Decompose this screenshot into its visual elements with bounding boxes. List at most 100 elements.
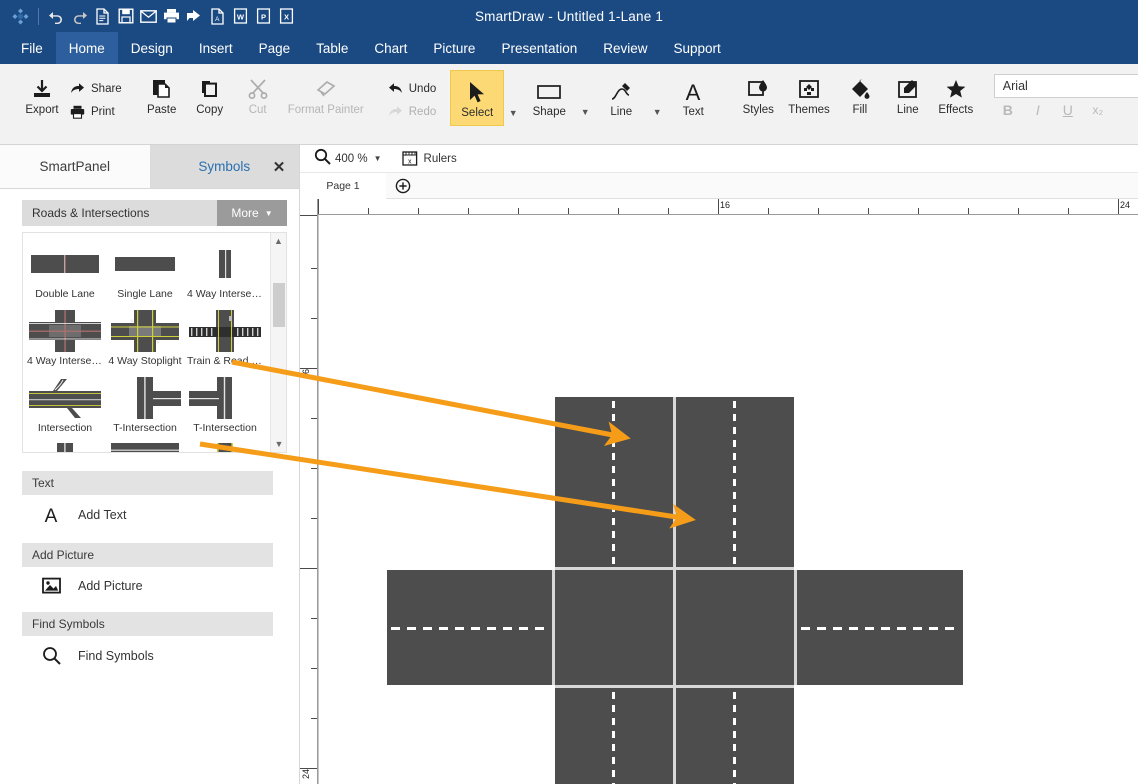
undo-button[interactable]: Undo: [384, 80, 441, 97]
symbol-4-way-stoplight[interactable]: 4 Way Stoplight: [105, 304, 185, 371]
symbol-label: T-Intersection: [193, 422, 257, 434]
symbol-train-and-road-intersection[interactable]: Train & Road I...: [185, 304, 265, 371]
road-segment-center-right[interactable]: [676, 570, 794, 685]
menu-item-insert[interactable]: Insert: [186, 32, 246, 64]
svg-text:W: W: [237, 12, 245, 21]
shape-tool-dropdown[interactable]: ▼: [576, 70, 594, 124]
undo-icon[interactable]: [46, 5, 67, 27]
drawing-canvas-area: 400 % ▼ x Rulers Page 1: [300, 145, 1138, 784]
page-tab-1[interactable]: Page 1: [300, 173, 386, 199]
underline-button[interactable]: U: [1060, 102, 1076, 118]
menu-item-presentation[interactable]: Presentation: [488, 32, 590, 64]
shape-tool-button[interactable]: Shape: [522, 70, 576, 124]
magnifier-icon[interactable]: [314, 148, 331, 170]
print-icon[interactable]: [161, 5, 182, 27]
symbols-side-panel: SmartPanel Symbols ✕ Roads & Intersectio…: [0, 145, 300, 784]
menu-item-chart[interactable]: Chart: [361, 32, 420, 64]
symbol-t-intersection-horizontal[interactable]: T-Intersection: [185, 371, 265, 438]
zoom-level-value[interactable]: 400 %: [335, 153, 368, 165]
menu-item-file[interactable]: File: [8, 32, 56, 64]
paste-button[interactable]: Paste: [138, 72, 186, 116]
ruler-tick-minor: [568, 208, 569, 215]
scroll-up-icon[interactable]: ▲: [271, 233, 286, 249]
select-tool-button[interactable]: Select: [450, 70, 504, 126]
export-word-icon[interactable]: W: [230, 5, 251, 27]
line-edit-icon: [897, 76, 919, 102]
bold-button[interactable]: B: [1000, 102, 1016, 118]
drawing-sheet[interactable]: [318, 215, 1138, 784]
effects-button[interactable]: Effects: [932, 72, 980, 116]
symbol-4-way-intersection-narrow[interactable]: 4 Way Intersec...: [185, 237, 265, 304]
symbol-t-bottom[interactable]: [25, 438, 105, 453]
new-document-icon[interactable]: [92, 5, 113, 27]
rulers-toggle-button[interactable]: x Rulers: [402, 151, 457, 166]
symbol-t-intersection-vertical[interactable]: T-Intersection: [105, 371, 185, 438]
vertical-ruler[interactable]: 16 24: [300, 199, 318, 784]
email-icon[interactable]: [138, 5, 159, 27]
redo-label: Redo: [409, 106, 437, 118]
tab-smartpanel[interactable]: SmartPanel: [0, 145, 150, 188]
ribbon-toolbar: Export Share Print Paste: [0, 64, 1138, 145]
zoom-dropdown-icon[interactable]: ▼: [374, 154, 382, 163]
smartdraw-logo-icon[interactable]: [10, 5, 31, 27]
lane-marking-south-right: [733, 692, 736, 784]
symbol-grid-scrollbar[interactable]: ▲ ▼: [270, 233, 286, 452]
font-family-input[interactable]: Arial: [994, 74, 1138, 98]
export-excel-icon[interactable]: X: [276, 5, 297, 27]
symbol-t-top[interactable]: [105, 438, 185, 453]
subscript-button[interactable]: x₂: [1090, 103, 1106, 117]
themes-button[interactable]: Themes: [782, 72, 836, 116]
redo-button[interactable]: Redo: [384, 103, 441, 120]
cut-button[interactable]: Cut: [234, 72, 282, 116]
add-page-button[interactable]: [386, 178, 420, 194]
scrollbar-thumb[interactable]: [273, 283, 285, 327]
symbol-lane-strip[interactable]: [185, 438, 265, 453]
copy-button[interactable]: Copy: [186, 72, 234, 116]
undo-label: Undo: [409, 83, 437, 95]
line-tool-button[interactable]: Line: [594, 70, 648, 124]
main-menu-bar: File Home Design Insert Page Table Chart…: [0, 32, 1138, 64]
save-icon[interactable]: [115, 5, 136, 27]
redo-icon[interactable]: [69, 5, 90, 27]
scroll-down-icon[interactable]: ▼: [271, 436, 287, 452]
road-segment-center-left[interactable]: [555, 570, 673, 685]
symbol-single-lane[interactable]: Single Lane: [105, 237, 185, 304]
share-icon[interactable]: [184, 5, 205, 27]
paste-label: Paste: [147, 104, 176, 116]
text-a-icon: A: [40, 505, 62, 525]
line-tool-dropdown[interactable]: ▼: [648, 70, 666, 124]
menu-item-design[interactable]: Design: [118, 32, 186, 64]
ruler-tick-minor: [418, 208, 419, 215]
share-button[interactable]: Share: [66, 80, 126, 97]
add-picture-item[interactable]: Add Picture: [40, 577, 299, 594]
symbol-thumb: [187, 309, 263, 352]
smartdraw-application-window: A W P X SmartDraw - Untitled 1-Lane 1 Fi…: [0, 0, 1138, 784]
symbol-double-lane[interactable]: Double Lane: [25, 237, 105, 304]
italic-button[interactable]: I: [1030, 102, 1046, 118]
print-button[interactable]: Print: [66, 103, 126, 121]
menu-item-page[interactable]: Page: [246, 32, 304, 64]
text-tool-button[interactable]: A Text: [666, 70, 720, 124]
fill-button[interactable]: Fill: [836, 72, 884, 116]
line-style-button[interactable]: Line: [884, 72, 932, 116]
symbol-category-more-button[interactable]: More ▼: [217, 200, 287, 226]
horizontal-ruler[interactable]: 16 24: [300, 199, 1138, 215]
add-text-item[interactable]: A Add Text: [40, 505, 299, 525]
menu-item-review[interactable]: Review: [590, 32, 660, 64]
menu-item-picture[interactable]: Picture: [420, 32, 488, 64]
symbol-intersection[interactable]: Intersection: [25, 371, 105, 438]
export-button[interactable]: Export: [18, 72, 66, 116]
select-tool-dropdown[interactable]: ▼: [504, 70, 522, 126]
lane-marking-west: [391, 627, 549, 630]
find-symbols-item[interactable]: Find Symbols: [40, 646, 299, 665]
symbol-label: Single Lane: [117, 288, 172, 300]
menu-item-support[interactable]: Support: [661, 32, 734, 64]
menu-item-home[interactable]: Home: [56, 32, 118, 64]
panel-close-button[interactable]: ✕: [267, 145, 291, 189]
format-painter-button[interactable]: Format Painter: [282, 72, 370, 116]
styles-button[interactable]: Styles: [734, 72, 782, 116]
menu-item-table[interactable]: Table: [303, 32, 361, 64]
export-powerpoint-icon[interactable]: P: [253, 5, 274, 27]
export-pdf-icon[interactable]: A: [207, 5, 228, 27]
symbol-4-way-intersection-wide[interactable]: 4 Way Intersec...: [25, 304, 105, 371]
